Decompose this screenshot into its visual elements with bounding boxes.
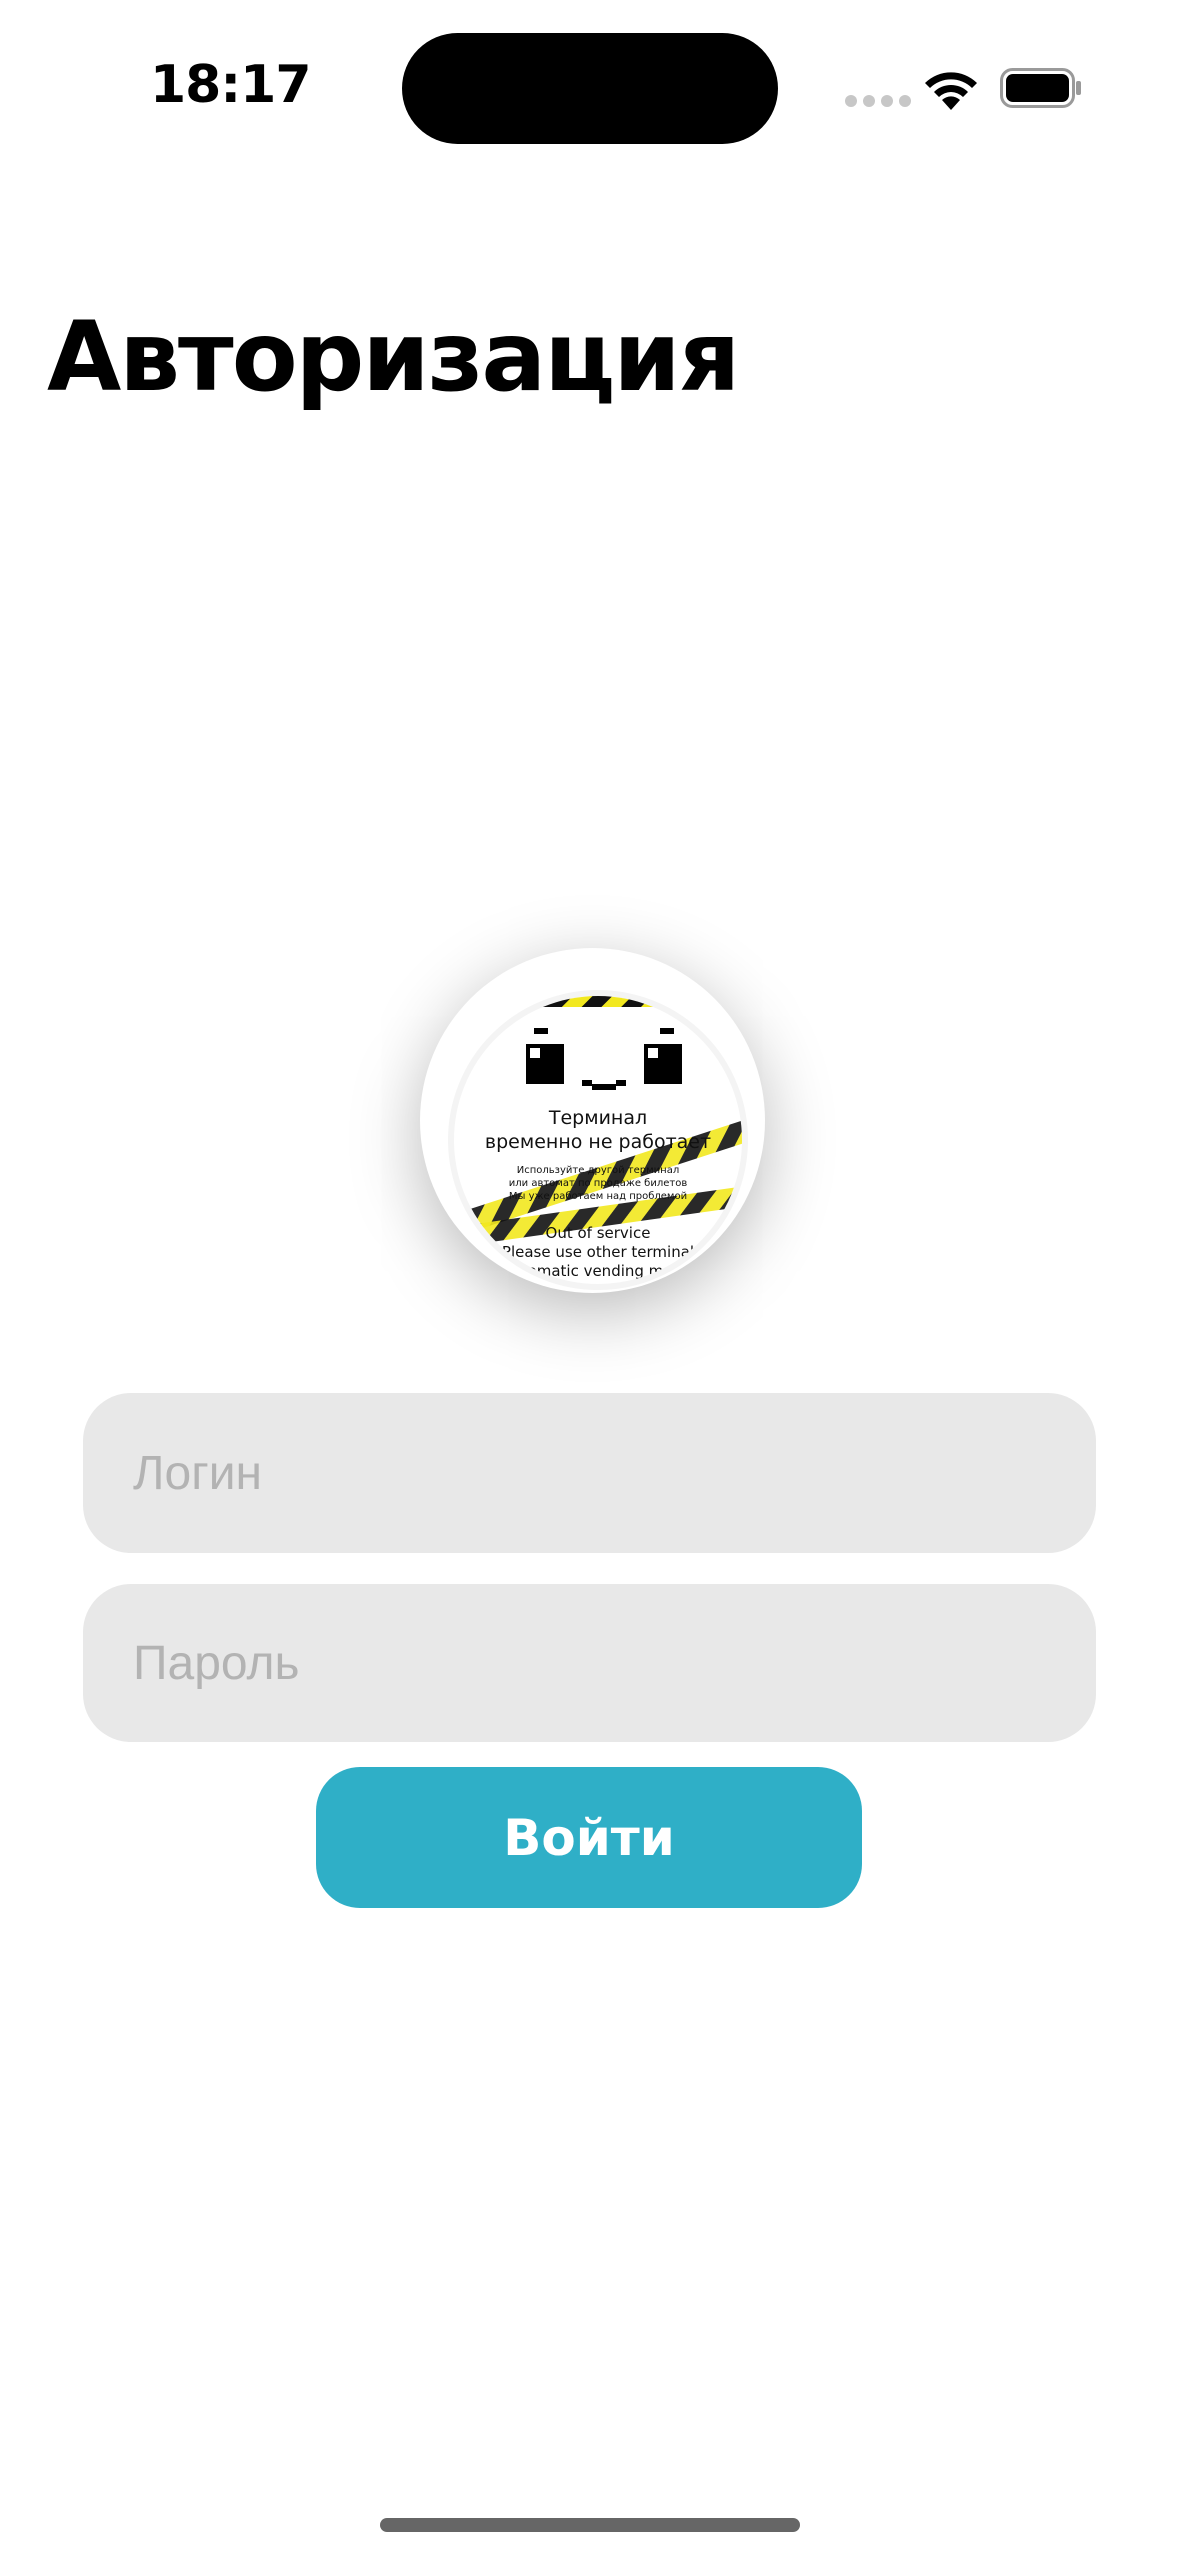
login-field[interactable] bbox=[83, 1393, 1096, 1553]
login-button[interactable]: Войти bbox=[316, 1767, 862, 1908]
battery-icon bbox=[1000, 68, 1081, 108]
password-field[interactable] bbox=[83, 1584, 1096, 1742]
badge-description: Используйте другой терминал или автомат … bbox=[508, 1165, 688, 1202]
status-time: 18:17 bbox=[150, 55, 312, 115]
badge-english-text: Out of service Please use other terminal… bbox=[482, 1224, 714, 1280]
home-indicator[interactable] bbox=[380, 2518, 800, 2532]
page-title: Авторизация bbox=[47, 301, 740, 413]
dynamic-island bbox=[402, 33, 778, 144]
out-of-service-image: Терминал временно не работает Используйт… bbox=[448, 990, 748, 1290]
password-input[interactable] bbox=[131, 1634, 1096, 1692]
signal-dots-icon bbox=[845, 95, 911, 107]
login-input[interactable] bbox=[131, 1444, 1096, 1502]
badge-title: Терминал временно не работает bbox=[484, 1107, 712, 1153]
wifi-icon bbox=[925, 72, 977, 110]
sad-face-icon bbox=[526, 1028, 682, 1090]
